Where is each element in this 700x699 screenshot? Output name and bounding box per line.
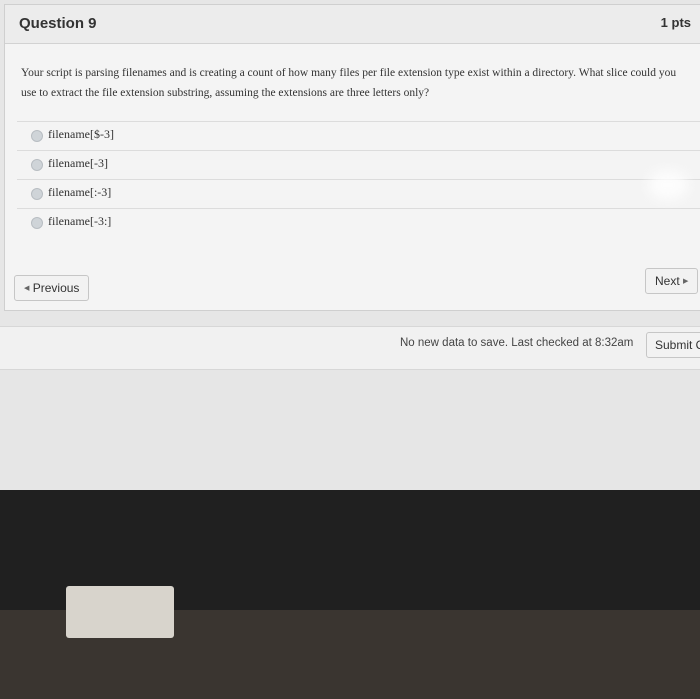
answer-label: filename[-3] <box>48 156 108 170</box>
answer-option[interactable]: filename[:-3] <box>17 179 700 208</box>
submit-quiz-button[interactable]: Submit Q <box>646 332 700 358</box>
answer-label: filename[-3:] <box>48 214 112 228</box>
question-card: Question 9 1 pts Your script is parsing … <box>4 4 700 311</box>
keyboard-key <box>66 586 174 638</box>
submit-label: Submit Q <box>655 338 700 352</box>
save-status-text: No new data to save. Last checked at 8:3… <box>400 337 634 349</box>
chevron-right-icon: ▶ <box>683 277 689 285</box>
previous-label: Previous <box>32 281 80 295</box>
previous-button[interactable]: ◀ Previous <box>14 275 90 301</box>
chevron-left-icon: ◀ <box>24 284 30 292</box>
screen: Question 9 1 pts Your script is parsing … <box>0 0 700 490</box>
answer-option[interactable]: filename[$-3] <box>17 121 700 150</box>
screen-glare <box>648 170 688 200</box>
answer-option[interactable]: filename[-3:] <box>17 208 700 237</box>
question-text: Your script is parsing filenames and is … <box>21 67 677 99</box>
status-bar: No new data to save. Last checked at 8:3… <box>0 326 700 370</box>
next-button[interactable]: Next ▶ <box>645 268 699 294</box>
radio-button[interactable] <box>31 217 43 229</box>
answer-label: filename[$-3] <box>48 127 114 141</box>
radio-button[interactable] <box>31 159 43 171</box>
question-header: Question 9 1 pts <box>5 5 700 44</box>
radio-button[interactable] <box>31 130 43 142</box>
radio-button[interactable] <box>31 188 43 200</box>
question-title: Question 9 <box>19 15 97 32</box>
answer-option[interactable]: filename[-3] <box>17 150 700 179</box>
next-label: Next <box>655 274 680 288</box>
answer-label: filename[:-3] <box>48 185 112 199</box>
question-points: 1 pts <box>660 15 691 30</box>
